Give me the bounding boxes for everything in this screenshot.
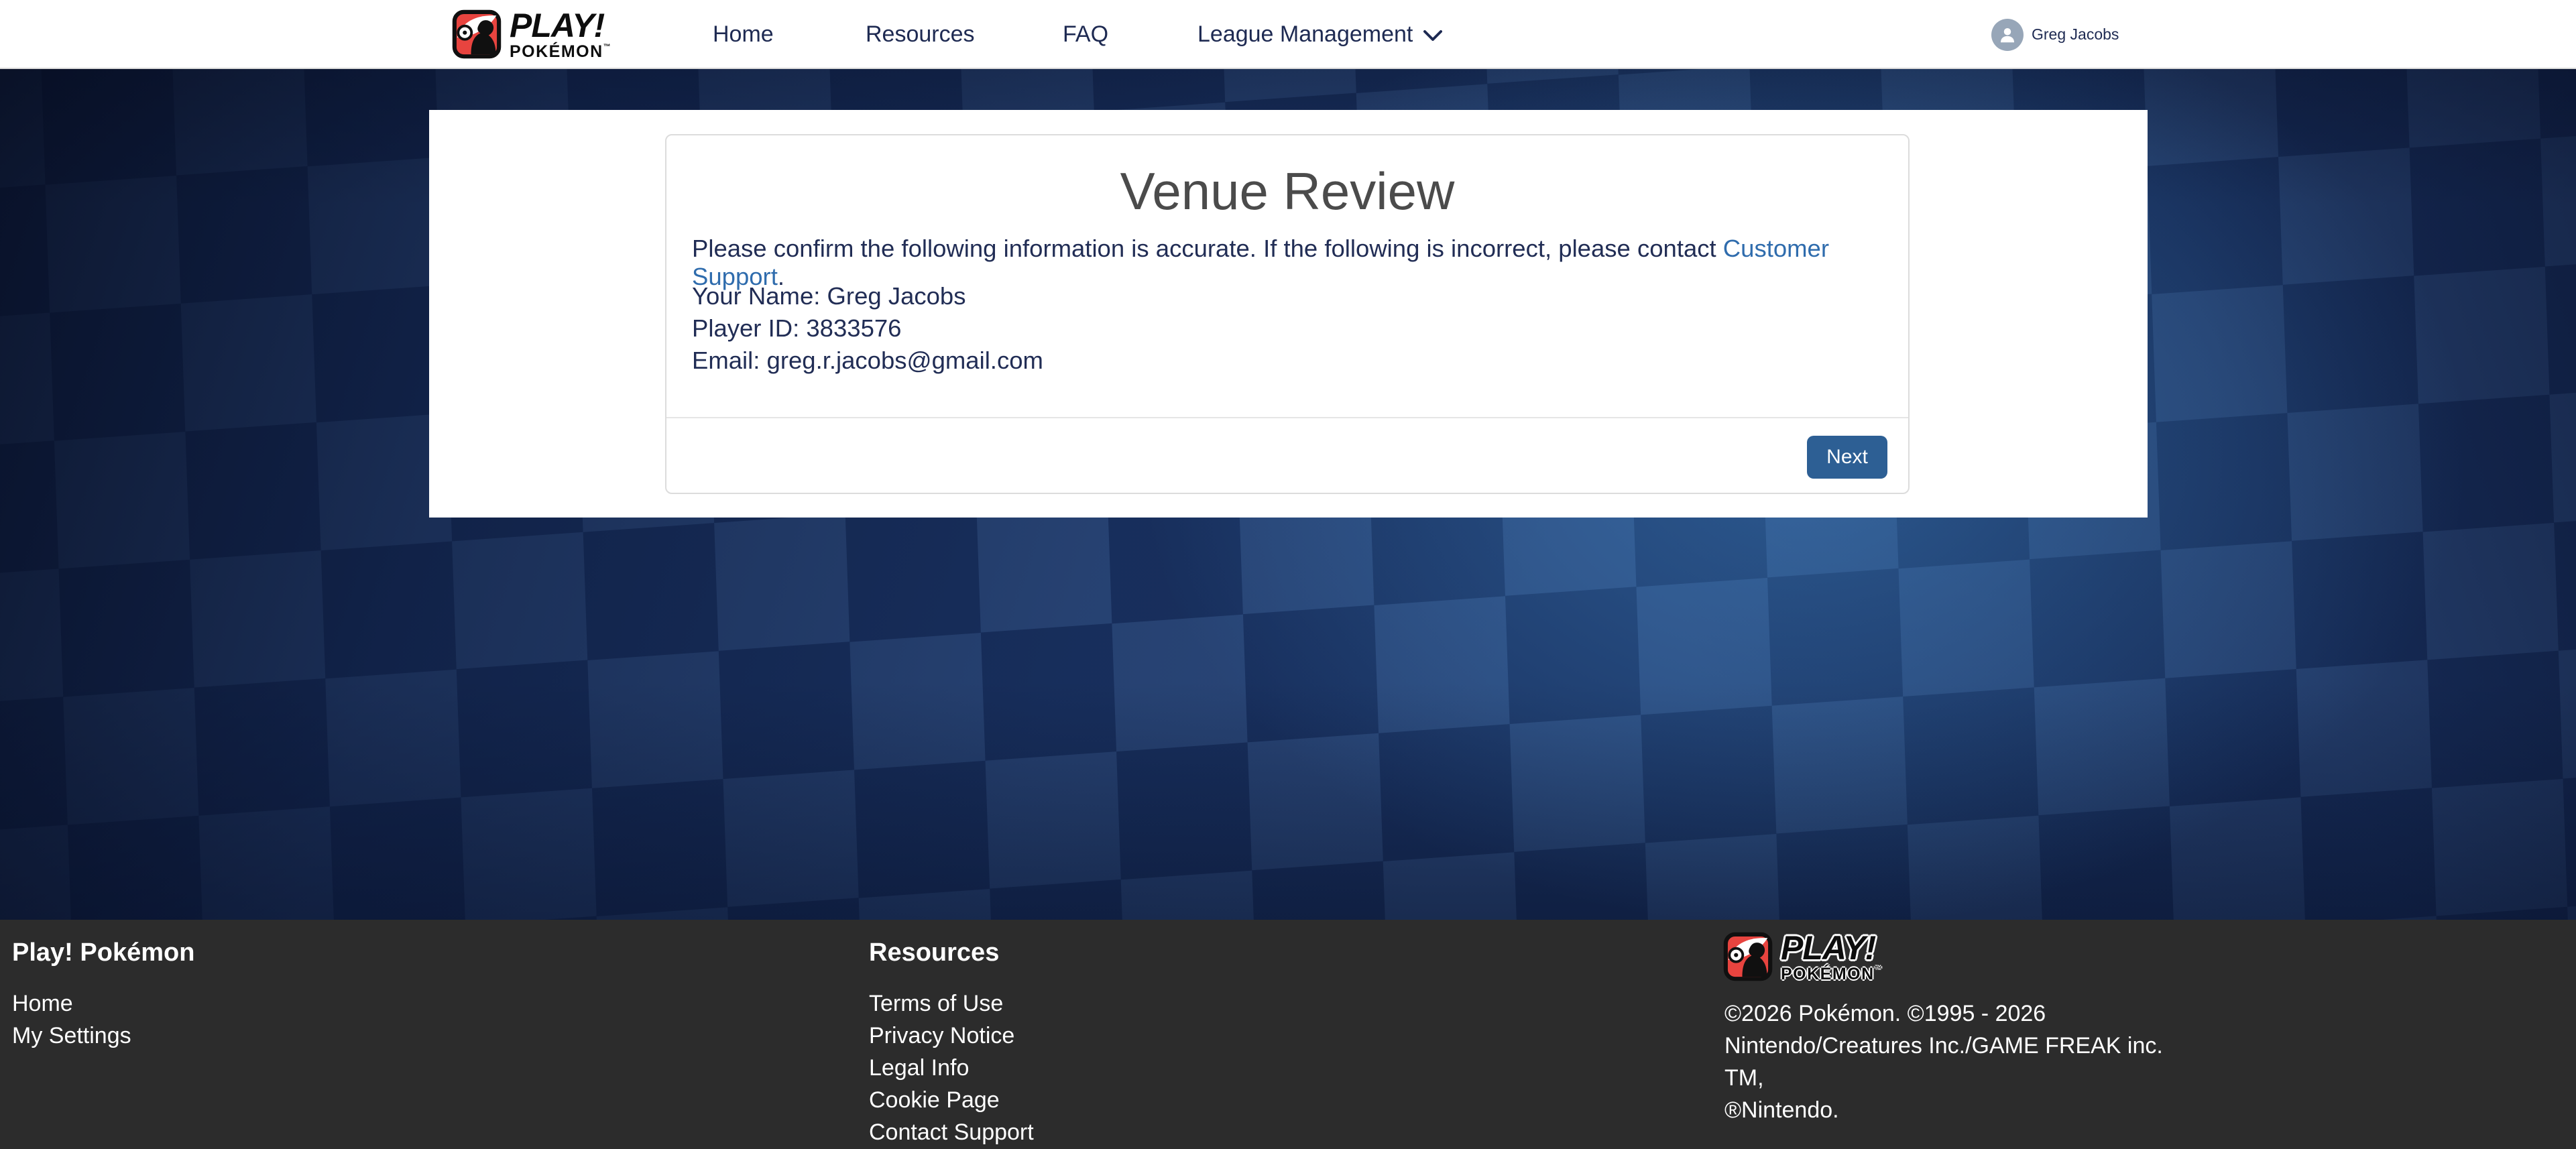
player-email-line: Email: greg.r.jacobs@gmail.com <box>692 345 1043 377</box>
player-info-block: Your Name: Greg Jacobs Player ID: 383357… <box>692 280 1043 377</box>
content-sheet: Venue Review Please confirm the followin… <box>429 110 2148 518</box>
copyright-line: ©2026 Pokémon. ©1995 - 2026 <box>1724 997 2207 1030</box>
footer-heading-resources: Resources <box>869 939 999 967</box>
copyright-line: Nintendo/Creatures Inc./GAME FREAK inc. … <box>1724 1030 2207 1094</box>
play-pokemon-badge-icon <box>1723 932 1773 981</box>
footer-heading-play-pokemon: Play! Pokémon <box>12 939 194 967</box>
footer-link-legal-info[interactable]: Legal Info <box>869 1052 1034 1084</box>
player-name-line: Your Name: Greg Jacobs <box>692 280 1043 312</box>
nav-item-league-management[interactable]: League Management <box>1197 0 1442 69</box>
checkered-background: Venue Review Please confirm the followin… <box>0 69 2576 920</box>
copyright-text: ©2026 Pokémon. ©1995 - 2026 Nintendo/Cre… <box>1724 997 2207 1126</box>
nav-item-home[interactable]: Home <box>713 0 774 69</box>
brand-wordmark: PLAY! POKÉMON™ <box>510 9 611 60</box>
user-menu[interactable]: Greg Jacobs <box>1991 0 2119 69</box>
brand-play-text: PLAY! <box>510 9 611 42</box>
trademark-symbol: ™ <box>1875 965 1883 973</box>
user-name: Greg Jacobs <box>2032 25 2119 44</box>
page-title: Venue Review <box>666 161 1908 222</box>
confirmation-text-before: Please confirm the following information… <box>692 235 1723 262</box>
venue-review-card: Venue Review Please confirm the followin… <box>665 134 1910 494</box>
copyright-line: ®Nintendo. <box>1724 1094 2207 1126</box>
next-button[interactable]: Next <box>1807 436 1887 479</box>
nav-logo[interactable]: PLAY! POKÉMON™ <box>452 9 611 59</box>
nav-item-resources[interactable]: Resources <box>866 0 975 69</box>
top-nav: PLAY! POKÉMON™ Home Resources FAQ League… <box>0 0 2576 69</box>
brand-pokemon-text: POKÉMON™ <box>510 44 611 60</box>
trademark-symbol: ™ <box>603 43 612 51</box>
chevron-down-icon <box>1423 30 1442 42</box>
footer-link-terms-of-use[interactable]: Terms of Use <box>869 987 1034 1020</box>
league-management-label: League Management <box>1197 21 1413 48</box>
footer-link-privacy-notice[interactable]: Privacy Notice <box>869 1020 1034 1052</box>
nav-item-faq[interactable]: FAQ <box>1063 0 1108 69</box>
page-footer: Play! Pokémon Home My Settings Resources… <box>0 920 2576 1149</box>
brand-play-text: PLAY! <box>1781 931 1883 965</box>
brand-wordmark: PLAY! POKÉMON™ <box>1781 931 1883 983</box>
footer-link-contact-support[interactable]: Contact Support <box>869 1116 1034 1148</box>
footer-link-cookie-page[interactable]: Cookie Page <box>869 1084 1034 1116</box>
footer-logo[interactable]: PLAY! POKÉMON™ <box>1723 932 1883 981</box>
footer-link-my-settings[interactable]: My Settings <box>12 1020 131 1052</box>
brand-pokemon-text: POKÉMON™ <box>1781 966 1883 983</box>
play-pokemon-badge-icon <box>452 9 502 59</box>
card-divider <box>666 417 1908 418</box>
footer-link-home[interactable]: Home <box>12 987 131 1020</box>
player-id-line: Player ID: 3833576 <box>692 312 1043 345</box>
user-avatar-icon <box>1991 19 2024 51</box>
